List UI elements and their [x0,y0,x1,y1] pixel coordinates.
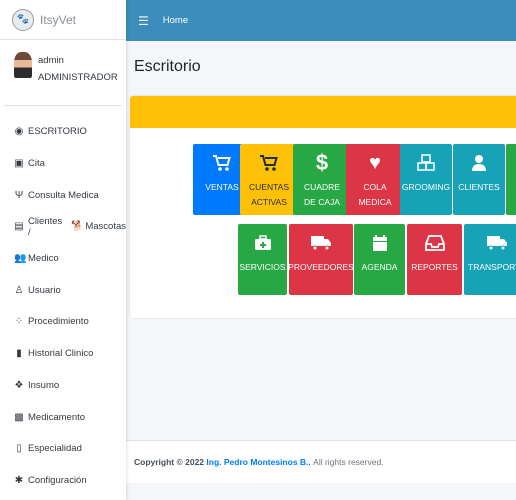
sidebar-item-label: ESCRITORIO [28,126,87,138]
calendar-icon: ▣ [14,158,24,170]
dog-icon: 🐕 [71,221,84,233]
tile-label-2: DE CAJA [304,197,340,207]
user-icon: ♙ [14,284,24,296]
tile-cola-medica[interactable]: ♥ COLA MEDICA [346,144,404,215]
tile-label: CUENTAS [249,182,289,192]
sidebar-item-label: Medico [28,253,59,265]
sidebar-item-historial-clinico[interactable]: ▮ Historial Clinico [0,338,126,370]
sidebar-item-label: Usuario [28,284,61,296]
sidebar-item-label: Configuración [28,474,87,486]
sidebar-item-consulta-medica[interactable]: Ψ Consulta Medica [0,179,126,211]
sidebar-item-label: Procedimiento [28,316,89,328]
user-icon [471,150,487,176]
sidebar-item-cita[interactable]: ▣ Cita [0,148,126,180]
briefcase-medical-icon [254,230,272,256]
tile-label-2: ACTIVAS [251,197,287,207]
id-card-icon: ▤ [14,221,24,233]
footer-copyright: Copyright © 2022 [134,457,205,467]
user-panel[interactable]: admin ADMINISTRADOR [4,40,122,106]
top-navbar: ☰ Home [126,0,516,41]
sidebar-item-insumo[interactable]: ❖ Insumo [0,370,126,402]
user-role: ADMINISTRADOR [38,72,118,83]
cubes-icon: ❖ [14,379,24,391]
card-header-bar [130,96,516,128]
tile-label: REPORTES [411,262,458,272]
stethoscope-icon: Ψ [14,189,24,201]
truck-icon [486,230,508,256]
cubes-icon [417,150,435,176]
sidebar-item-label-2: Mascotas [85,221,126,233]
tile-label-2: MEDICA [358,197,392,207]
file-medical-icon: ▮ [16,348,22,360]
sidebar-item-label: Clientes / [27,215,63,238]
tile-grooming[interactable]: GROOMING [400,144,452,215]
footer: Copyright © 2022 Ing. Pedro Montesinos B… [126,440,516,483]
sidebar-item-label: Insumo [28,379,60,391]
spinner-icon: ⁘ [14,316,24,328]
medkit-icon: ▩ [14,411,24,423]
tile-transporte[interactable]: TRANSPORTE [464,224,516,295]
hamburger-menu-icon[interactable]: ☰ [138,14,149,28]
avatar [14,52,32,78]
sidebar-item-configuracion[interactable]: ✱ Configuración [0,465,126,497]
calendar-icon [372,230,388,256]
users-icon: 👥 [14,253,27,265]
cart-icon [259,150,279,176]
sidebar-item-label: Especialidad [28,443,82,455]
sidebar-item-clientes-mascotas[interactable]: ▤ Clientes / 🐕 Mascotas [0,211,126,243]
tile-partial[interactable] [506,144,516,215]
footer-author-link[interactable]: Ing. Pedro Montesinos B.. [206,457,310,467]
brand-link[interactable]: 🐾 ItsyVet [0,0,126,40]
tile-cuentas-activas[interactable]: CUENTAS ACTIVAS [240,144,298,215]
sidebar-item-label: Historial Clinico [28,348,94,360]
tile-label: AGENDA [361,262,398,272]
sidebar-item-medico[interactable]: 👥 Medico [0,243,126,275]
book-medical-icon: ▯ [16,443,22,455]
tile-label: GROOMING [401,182,451,192]
tile-label: CUADRE [304,182,340,192]
tile-servicios[interactable]: SERVICIOS [238,224,287,295]
sidebar-item-label: Consulta Medica [28,189,99,201]
truck-icon [310,230,332,256]
tile-clientes[interactable]: CLIENTES [453,144,505,215]
inbox-icon [424,230,445,256]
tile-label: CLIENTES [458,182,500,192]
footer-rights: All rights reserved. [313,457,384,467]
brand-text: ItsyVet [40,12,77,27]
sidebar-item-label: Cita [28,158,45,170]
cog-icon: ✱ [14,474,24,486]
dashboard-card: VENTAS CUENTAS ACTIVAS $ CUADRE DE CAJA ♥ … [130,96,516,318]
heart-icon: ♥ [369,151,381,174]
tile-label: COLA [363,182,387,192]
sidebar-item-medicamento[interactable]: ▩ Medicamento [0,401,126,433]
tile-agenda[interactable]: AGENDA [354,224,405,295]
page-title: Escritorio [134,58,201,75]
sidebar-nav: ◉ ESCRITORIO ▣ Cita Ψ Consulta Medica ▤ … [0,106,126,496]
tile-label: TRANSPORTE [468,262,516,272]
sidebar-item-procedimiento[interactable]: ⁘ Procedimiento [0,306,126,338]
tile-label: SERVICIOS [239,262,286,272]
sidebar-item-especialidad[interactable]: ▯ Especialidad [0,433,126,465]
sidebar: 🐾 ItsyVet admin ADMINISTRADOR ◉ ESCRITOR… [0,0,126,500]
tile-label: VENTAS [205,182,239,192]
dashboard-icon: ◉ [14,126,24,138]
tile-proveedores[interactable]: PROVEEDORES [288,224,354,295]
brand-logo-icon: 🐾 [12,8,34,31]
dollar-icon: $ [315,150,329,175]
user-name: admin [38,55,64,66]
sidebar-item-escritorio[interactable]: ◉ ESCRITORIO [0,116,126,148]
tile-reportes[interactable]: REPORTES [407,224,462,295]
sidebar-item-usuario[interactable]: ♙ Usuario [0,274,126,306]
sidebar-item-label: Medicamento [28,411,86,423]
tile-cuadre-de-caja[interactable]: $ CUADRE DE CAJA [293,144,351,215]
home-link[interactable]: Home [163,15,188,26]
tile-label: PROVEEDORES [288,262,354,272]
cart-icon [212,150,232,176]
